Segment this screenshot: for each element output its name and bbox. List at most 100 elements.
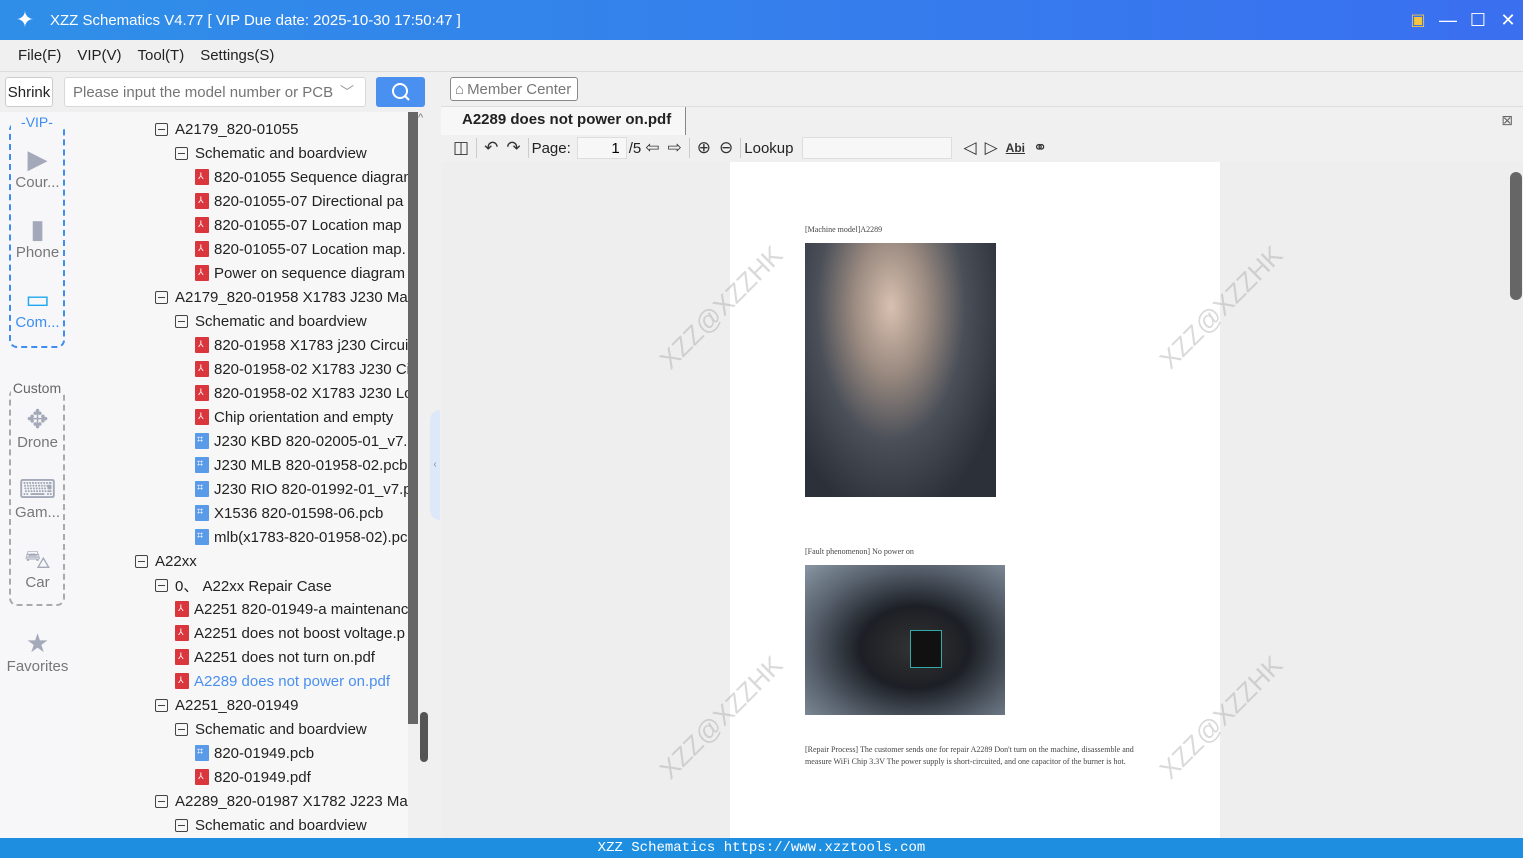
tree-file[interactable]: J230 RIO 820-01992-01_v7.pc bbox=[195, 477, 408, 501]
nav-favorites[interactable]: ★ Favorites bbox=[0, 628, 75, 675]
close-document-icon[interactable]: ⊠ bbox=[1501, 112, 1513, 129]
nav-label: Car bbox=[25, 574, 50, 591]
collapse-icon[interactable] bbox=[175, 146, 188, 160]
pdf-file-icon bbox=[195, 241, 209, 257]
menu-file[interactable]: File(F) bbox=[18, 47, 61, 64]
collapse-icon[interactable] bbox=[175, 722, 188, 736]
rotate-left-icon[interactable]: ↶ bbox=[484, 138, 498, 158]
tree-file[interactable]: Chip orientation and empty bbox=[195, 405, 393, 429]
close-button[interactable]: ✕ bbox=[1493, 10, 1523, 31]
tree-file[interactable]: A2251 does not boost voltage.p bbox=[175, 621, 405, 645]
tree-file[interactable]: J230 MLB 820-01958-02.pcb bbox=[195, 453, 407, 477]
menu-vip[interactable]: VIP(V) bbox=[77, 47, 121, 64]
tree-file[interactable]: mlb(x1783-820-01958-02).pc bbox=[195, 525, 407, 549]
tree-folder[interactable]: A2289_820-01987 X1782 J223 Mac bbox=[155, 789, 408, 813]
tree-file[interactable]: 820-01055-07 Location map bbox=[195, 213, 402, 237]
tree-file[interactable]: 820-01055-07 Location map. bbox=[195, 237, 406, 261]
collapse-icon[interactable] bbox=[175, 818, 188, 832]
tree-folder[interactable]: 0、 A22xx Repair Case bbox=[155, 573, 332, 597]
pdf-toolbar: ◫ ↶ ↷ Page: /5 ⇦ ⇨ ⊕ ⊖ Lookup ◁ ▷ Abi ⚭ bbox=[441, 134, 1523, 162]
tree-folder[interactable]: Schematic and boardview bbox=[175, 309, 367, 333]
nav-course[interactable]: ▶ Cour... bbox=[0, 144, 75, 191]
tree-folder[interactable]: A2179_820-01055 bbox=[155, 117, 298, 141]
tree-folder[interactable]: Schematic and boardview bbox=[175, 813, 367, 837]
tree-file[interactable]: J230 KBD 820-02005-01_v7.p bbox=[195, 429, 408, 453]
collapse-icon[interactable] bbox=[175, 314, 188, 328]
search-input[interactable] bbox=[64, 77, 366, 107]
tree-folder[interactable]: A2179_820-01958 X1783 J230 Mac bbox=[155, 285, 408, 309]
zoom-in-icon[interactable]: ⊕ bbox=[697, 138, 711, 158]
usb-meter bbox=[910, 630, 942, 668]
collapse-icon[interactable] bbox=[155, 578, 168, 592]
next-page-icon[interactable]: ⇨ bbox=[668, 138, 682, 158]
search-button[interactable] bbox=[376, 77, 425, 107]
tree-file[interactable]: 820-01949.pcb bbox=[195, 741, 314, 765]
tree-folder[interactable]: A22xx bbox=[135, 549, 197, 573]
member-center-button[interactable]: ⌂ Member Center bbox=[450, 77, 579, 101]
tree-scrollbar-thumb[interactable] bbox=[420, 712, 428, 762]
tree-file[interactable]: 820-01055-07 Directional pa bbox=[195, 189, 403, 213]
pdf-file-icon bbox=[195, 361, 209, 377]
tree-file[interactable]: 820-01958 X1783 j230 Circuit bbox=[195, 333, 408, 357]
tree-item-label: A2251_820-01949 bbox=[175, 696, 299, 714]
nav-car[interactable]: ⛍ Car bbox=[0, 544, 75, 591]
previous-page-icon[interactable]: ⇦ bbox=[645, 138, 659, 158]
tree-item-label: Schematic and boardview bbox=[195, 720, 367, 738]
tree-item-label: 820-01958 X1783 j230 Circuit bbox=[214, 336, 408, 354]
scroll-up-icon[interactable]: ^ bbox=[418, 112, 423, 124]
chevron-down-icon[interactable]: ﹀ bbox=[340, 82, 354, 102]
vip-badge-icon[interactable]: ▣ bbox=[1403, 10, 1433, 30]
tree-file[interactable]: 820-01055 Sequence diagram bbox=[195, 165, 408, 189]
shrink-button[interactable]: Shrink bbox=[5, 77, 53, 107]
find-next-icon[interactable]: ▷ bbox=[985, 138, 998, 158]
pcb-file-icon bbox=[195, 481, 209, 497]
collapse-icon[interactable] bbox=[155, 794, 168, 808]
pdf-file-icon bbox=[195, 169, 209, 185]
tree-item-label: A2179_820-01958 X1783 J230 Mac bbox=[175, 288, 408, 306]
viewer-scrollbar[interactable] bbox=[1510, 172, 1522, 300]
tree-item-label: A22xx bbox=[155, 552, 197, 570]
tree-file[interactable]: 820-01949.pdf bbox=[195, 765, 311, 789]
nav-phone[interactable]: ▮ Phone bbox=[0, 214, 75, 261]
collapse-panel-handle[interactable]: ‹ bbox=[430, 410, 440, 520]
binoculars-icon[interactable]: ⚭ bbox=[1033, 138, 1047, 158]
tree-file[interactable]: A2251 820-01949-a maintenanc bbox=[175, 597, 408, 621]
tree-item-label: A2251 does not turn on.pdf bbox=[194, 648, 375, 666]
rotate-right-icon[interactable]: ↷ bbox=[506, 138, 520, 158]
tree-file[interactable]: A2251 does not turn on.pdf bbox=[175, 645, 375, 669]
nav-drone[interactable]: ✥ Drone bbox=[0, 404, 75, 451]
tree-scrollbar[interactable] bbox=[408, 112, 418, 724]
tree-file[interactable]: X1536 820-01598-06.pcb bbox=[195, 501, 383, 525]
zoom-out-icon[interactable]: ⊖ bbox=[719, 138, 733, 158]
tree-file[interactable]: A2289 does not power on.pdf bbox=[175, 669, 390, 693]
tree-file[interactable]: 820-01958-02 X1783 J230 Cir bbox=[195, 357, 408, 381]
nav-game[interactable]: ⌨ Gam... bbox=[0, 474, 75, 521]
collapse-icon[interactable] bbox=[155, 122, 168, 136]
drone-icon: ✥ bbox=[26, 404, 49, 434]
maximize-button[interactable]: ☐ bbox=[1463, 10, 1493, 31]
lookup-input[interactable] bbox=[801, 137, 952, 159]
tree-folder[interactable]: Schematic and boardview bbox=[175, 717, 367, 741]
collapse-icon[interactable] bbox=[155, 290, 168, 304]
tree-folder[interactable]: Schematic and boardview bbox=[175, 141, 367, 165]
match-case-icon[interactable]: Abi bbox=[1006, 141, 1025, 155]
tree-file[interactable]: Power on sequence diagram bbox=[195, 261, 405, 285]
tree-item-label: A2289 does not power on.pdf bbox=[194, 672, 390, 690]
find-previous-icon[interactable]: ◁ bbox=[964, 138, 977, 158]
tree-folder[interactable]: A2251_820-01949 bbox=[155, 693, 298, 717]
tree-file[interactable]: 820-01958-02 X1783 J230 Lo bbox=[195, 381, 408, 405]
minimize-button[interactable]: — bbox=[1433, 10, 1463, 31]
two-page-view-icon[interactable]: ◫ bbox=[453, 138, 469, 158]
tab-document[interactable]: A2289 does not power on.pdf bbox=[441, 107, 687, 135]
tree-item-label: 820-01958-02 X1783 J230 Lo bbox=[214, 384, 408, 402]
tree-item-label: 820-01949.pdf bbox=[214, 768, 311, 786]
tree-item-label: 820-01055 Sequence diagram bbox=[214, 168, 408, 186]
collapse-icon[interactable] bbox=[155, 698, 168, 712]
menu-tool[interactable]: Tool(T) bbox=[138, 47, 185, 64]
nav-computer[interactable]: ▭ Com... bbox=[0, 284, 75, 331]
collapse-icon[interactable] bbox=[135, 554, 148, 568]
pcb-file-icon bbox=[195, 433, 209, 449]
menu-settings[interactable]: Settings(S) bbox=[200, 47, 274, 64]
tree-item-label: mlb(x1783-820-01958-02).pc bbox=[214, 528, 408, 546]
page-input[interactable] bbox=[576, 137, 627, 159]
